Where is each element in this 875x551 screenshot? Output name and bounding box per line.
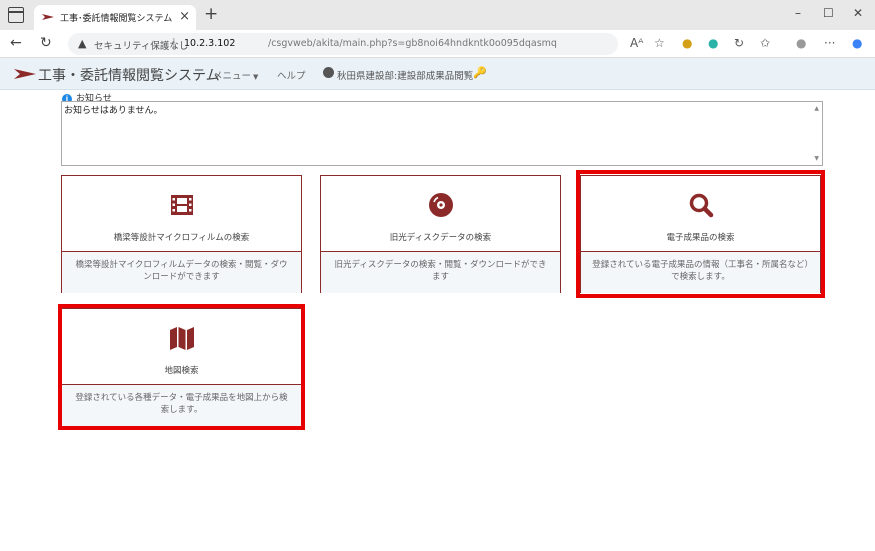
card-header[interactable]: 橋梁等設計マイクロフィルムの検索	[62, 176, 301, 252]
tab-actions-icon[interactable]	[8, 7, 24, 23]
url-host: 10.2.3.102	[184, 38, 236, 49]
app-navbar: 工事・委託情報閲覧システム メニュー ▼ ヘルプ 秋田県建設部:建設部成果品閲覧 …	[0, 58, 875, 90]
extension-icon[interactable]: ●	[682, 36, 692, 50]
refresh-extension-icon[interactable]: ↻	[734, 36, 744, 50]
user-icon	[323, 67, 334, 78]
back-icon[interactable]: ←	[10, 35, 22, 51]
favicon-icon	[42, 14, 54, 20]
favorites-icon[interactable]: ✩	[760, 36, 770, 50]
favorite-star-icon[interactable]: ☆	[654, 36, 665, 50]
card-description: 橋梁等設計マイクロフィルムデータの検索・閲覧・ダウンロードができます	[62, 252, 301, 293]
copilot-icon[interactable]: ●	[852, 36, 862, 50]
maximize-icon[interactable]: ☐	[823, 6, 834, 20]
browser-tabbar: 工事･委託情報閲覧システム × + – ☐ ✕	[0, 0, 875, 30]
reload-icon[interactable]: ↻	[40, 35, 52, 51]
profile-icon[interactable]: ●	[796, 36, 806, 50]
highlight-box-map-search	[58, 304, 305, 430]
microfilm-search-card[interactable]: 橋梁等設計マイクロフィルムの検索 橋梁等設計マイクロフィルムデータの検索・閲覧・…	[61, 175, 302, 293]
menu-dropdown[interactable]: メニュー ▼	[213, 68, 258, 82]
url-separator: |	[172, 36, 176, 49]
scroll-down-icon[interactable]: ▼	[814, 155, 819, 162]
url-field[interactable]: ▲ セキュリティ保護なし | 10.2.3.102 /csgvweb/akita…	[68, 33, 618, 55]
notice-text: お知らせはありません。	[64, 106, 163, 116]
browser-tab[interactable]: 工事･委託情報閲覧システム ×	[34, 5, 196, 30]
url-path: /csgvweb/akita/main.php?s=gb8noi64hndknt…	[268, 38, 557, 49]
new-tab-icon[interactable]: +	[204, 4, 218, 24]
key-icon[interactable]: 🔑	[473, 66, 487, 79]
user-name[interactable]: 秋田県建設部:建設部成果品閲覧	[337, 68, 473, 82]
disc-icon	[428, 193, 453, 217]
more-icon[interactable]: ···	[824, 36, 835, 50]
close-tab-icon[interactable]: ×	[179, 9, 190, 24]
extension-icon-2[interactable]: ●	[708, 36, 718, 50]
brand-title[interactable]: 工事・委託情報閲覧システム	[38, 65, 220, 85]
scroll-up-icon[interactable]: ▲	[814, 105, 819, 112]
brand-logo-icon	[14, 69, 36, 79]
address-bar: ← ↻ ▲ セキュリティ保護なし | 10.2.3.102 /csgvweb/a…	[0, 30, 875, 58]
minimize-icon[interactable]: –	[795, 6, 801, 20]
film-icon	[170, 195, 193, 215]
card-title: 橋梁等設計マイクロフィルムの検索	[113, 233, 250, 243]
highlight-box-electronic-search	[576, 170, 825, 298]
read-aloud-icon[interactable]: Aᴬ	[630, 36, 643, 50]
close-window-icon[interactable]: ✕	[853, 6, 863, 20]
notice-textarea[interactable]: お知らせはありません。 ▲ ▼	[61, 101, 823, 166]
tab-title: 工事･委託情報閲覧システム	[60, 14, 173, 24]
card-header[interactable]: 旧光ディスクデータの検索	[321, 176, 560, 252]
card-title: 旧光ディスクデータの検索	[389, 233, 492, 243]
help-link[interactable]: ヘルプ	[277, 68, 306, 82]
menu-label: メニュー	[213, 71, 252, 82]
caret-down-icon: ▼	[253, 73, 259, 81]
optical-disc-search-card[interactable]: 旧光ディスクデータの検索 旧光ディスクデータの検索・閲覧・ダウンロードができます	[320, 175, 561, 293]
warning-icon[interactable]: ▲	[78, 37, 86, 50]
card-description: 旧光ディスクデータの検索・閲覧・ダウンロードができます	[321, 252, 560, 293]
